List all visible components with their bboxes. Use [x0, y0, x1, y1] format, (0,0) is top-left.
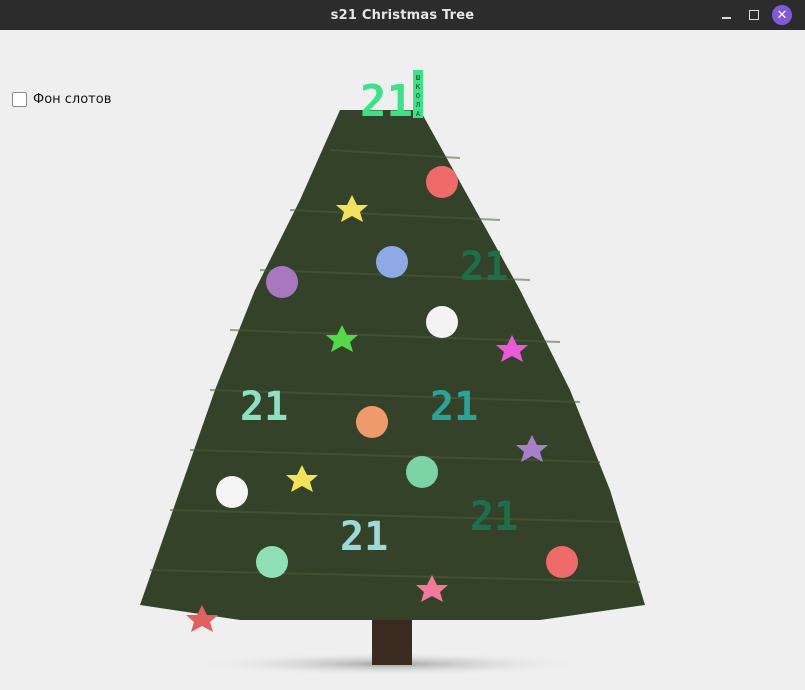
tree-logo: 21	[460, 244, 508, 290]
tree-canvas: 21 ШКОЛА 21 21 21 21 21 Фон слотов	[0, 30, 805, 690]
slot-background-label: Фон слотов	[33, 92, 112, 107]
tree-logo: 21	[470, 494, 518, 540]
tree-logo: 21	[430, 384, 478, 430]
tree-logo: 21	[340, 514, 388, 560]
ornament-ball	[216, 476, 248, 508]
app-window: s21 Christmas Tree ✕ 21 Ш К О Л А 21 21 …	[0, 0, 805, 690]
minimize-button[interactable]	[716, 5, 736, 25]
ornament-ball	[426, 306, 458, 338]
checkbox-box[interactable]	[12, 92, 27, 107]
ornament-ball	[546, 546, 578, 578]
slot-background-checkbox[interactable]: Фон слотов	[12, 92, 111, 107]
christmas-tree-illustration: 21 ШКОЛА 2121 212121	[140, 70, 645, 676]
title-bar[interactable]: s21 Christmas Tree	[0, 0, 805, 30]
ornament-ball	[406, 456, 438, 488]
ornament-ball	[266, 266, 298, 298]
ornament-ball	[376, 246, 408, 278]
ornament-ball	[426, 166, 458, 198]
tree-logo: 21	[240, 384, 288, 430]
window-title: s21 Christmas Tree	[330, 7, 475, 23]
tree-body	[140, 110, 645, 620]
close-button[interactable]	[772, 5, 792, 25]
top-logo-digits: 21	[360, 76, 413, 127]
ornament-ball	[256, 546, 288, 578]
ornament-ball	[356, 406, 388, 438]
maximize-button[interactable]	[744, 5, 764, 25]
